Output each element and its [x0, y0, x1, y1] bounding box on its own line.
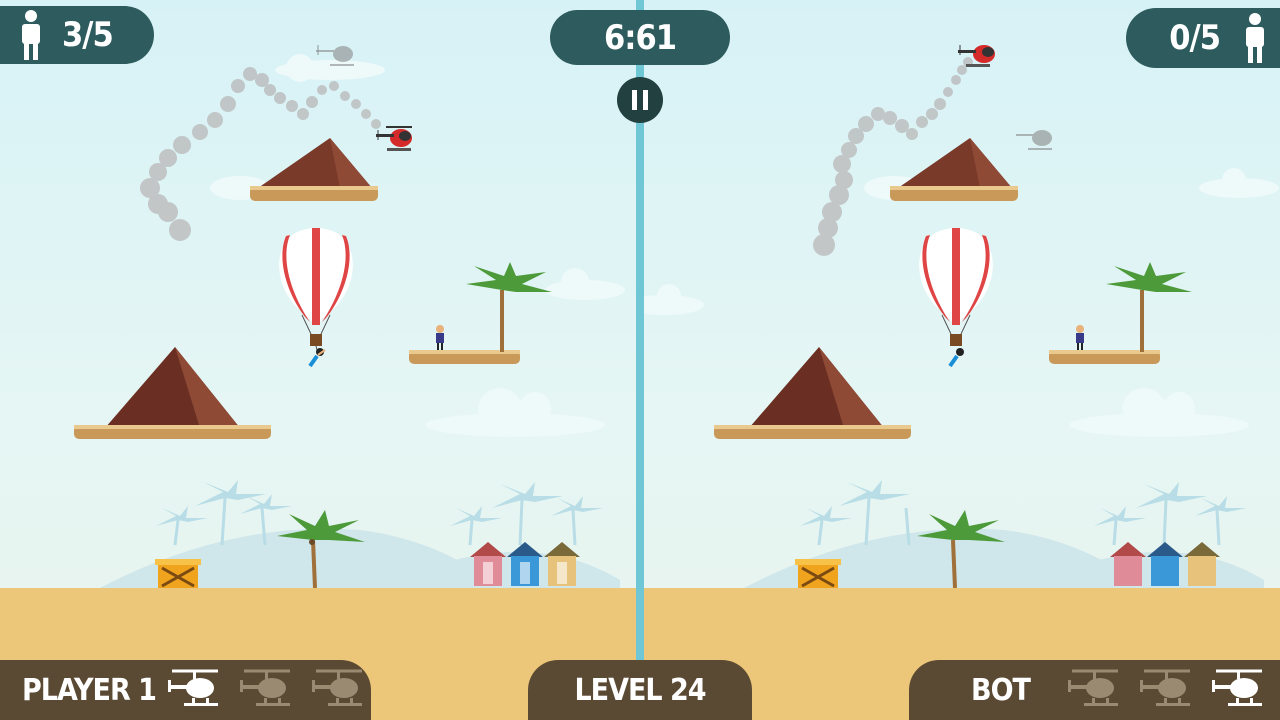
player-rescue-count: 3/5 [62, 15, 114, 55]
bot-lives [1066, 668, 1266, 712]
player-status-bar: PLAYER 1 [0, 660, 371, 720]
level-text: LEVEL 24 [574, 672, 706, 708]
person-icon [1246, 13, 1264, 63]
smoke-trail [140, 67, 381, 241]
palm-platform [1049, 262, 1192, 364]
bot-game-view [644, 0, 1280, 720]
helicopter-player [376, 126, 412, 151]
helicopter-icon [1066, 668, 1122, 712]
player-game-view[interactable] [0, 0, 636, 720]
volcano-platform-upper [890, 138, 1018, 201]
bot-status-bar: BOT [909, 660, 1280, 720]
volcano-platform-upper [250, 138, 378, 201]
volcano-platform-lower [74, 347, 271, 439]
bot-label: BOT [971, 672, 1031, 708]
clouds [210, 54, 625, 437]
helicopter-icon [310, 668, 366, 712]
player-lives [166, 668, 366, 712]
timer: 6:61 [550, 10, 730, 65]
bot-rescue-counter: 0/5 [1126, 8, 1280, 68]
beach-huts [470, 542, 580, 586]
helicopter-icon [1138, 668, 1194, 712]
stranded-person [436, 325, 444, 350]
person-icon [22, 10, 40, 60]
helicopter-icon [1210, 668, 1266, 712]
helicopter-icon [166, 668, 222, 712]
level-indicator: LEVEL 24 [528, 660, 752, 720]
helicopter-ghost [1016, 130, 1052, 150]
player-rescue-counter: 3/5 [0, 6, 154, 64]
volcano-platform-lower [714, 347, 911, 439]
hot-air-balloon [919, 228, 993, 368]
wooden-crate [155, 559, 201, 588]
palm-platform [409, 262, 552, 364]
helicopter-icon [238, 668, 294, 712]
wooden-crate [795, 559, 841, 588]
pause-icon [632, 90, 648, 110]
beach-huts [1110, 542, 1220, 586]
player-label: PLAYER 1 [22, 672, 157, 708]
hot-air-balloon [279, 228, 353, 368]
bot-rescue-count: 0/5 [1169, 18, 1221, 58]
timer-text: 6:61 [603, 17, 677, 58]
pause-button[interactable] [617, 77, 663, 123]
